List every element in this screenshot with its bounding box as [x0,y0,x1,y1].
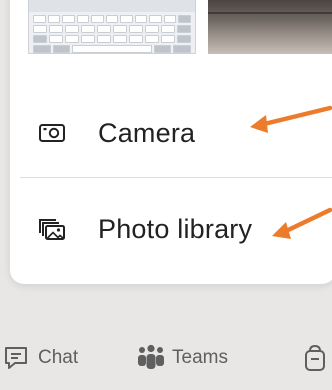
camera-option[interactable]: Camera [10,90,332,176]
tab-teams-label: Teams [172,347,228,368]
tab-teams[interactable]: Teams [136,340,228,376]
teams-icon [138,344,164,369]
camera-label: Camera [98,117,196,148]
option-divider [20,177,332,178]
attachment-action-sheet: Camera Photo library [10,0,332,284]
bag-icon [305,344,325,371]
recent-photo-keyboard[interactable] [28,0,196,54]
recent-photos-strip [10,0,332,56]
camera-icon [39,124,65,142]
popover-pointer [308,270,328,280]
photo-library-label: Photo library [98,213,253,244]
bottom-tab-bar: Chat Teams [0,330,332,390]
tab-chat-label: Chat [38,347,79,368]
chat-icon [5,347,27,369]
recent-photo-laptop[interactable] [208,0,332,54]
photo-library-option[interactable]: Photo library [10,186,332,272]
tab-partial[interactable] [302,340,332,376]
photo-library-icon [39,219,65,240]
tab-chat[interactable]: Chat [2,340,78,376]
